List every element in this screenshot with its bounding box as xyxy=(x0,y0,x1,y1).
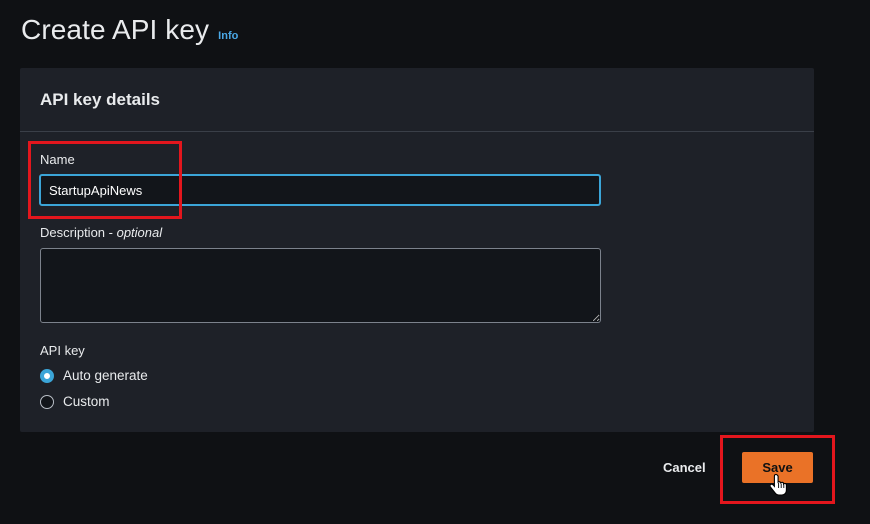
info-link[interactable]: Info xyxy=(218,30,238,42)
description-textarea[interactable] xyxy=(40,248,601,323)
create-api-key-page: Create API key Info API key details Name… xyxy=(0,0,870,524)
radio-auto-generate[interactable]: Auto generate xyxy=(40,368,148,383)
radio-unselected-icon[interactable] xyxy=(40,394,54,409)
radio-custom[interactable]: Custom xyxy=(40,394,110,409)
description-label: Description - optional xyxy=(40,225,163,240)
radio-custom-label: Custom xyxy=(63,394,110,409)
name-input[interactable] xyxy=(39,174,601,206)
api-key-label: API key xyxy=(40,343,85,358)
page-header: Create API key Info xyxy=(21,14,238,46)
radio-selected-icon[interactable] xyxy=(40,368,54,383)
api-key-details-panel: API key details Name Description - optio… xyxy=(20,68,814,432)
optional-text: optional xyxy=(116,225,163,240)
radio-auto-generate-label: Auto generate xyxy=(63,368,148,383)
panel-header: API key details xyxy=(20,68,814,132)
cancel-button[interactable]: Cancel xyxy=(663,460,706,475)
name-label: Name xyxy=(40,152,75,167)
hand-pointer-icon xyxy=(770,473,787,496)
description-label-text: Description xyxy=(40,225,106,240)
page-title: Create API key xyxy=(21,14,210,45)
panel-title: API key details xyxy=(40,89,161,109)
